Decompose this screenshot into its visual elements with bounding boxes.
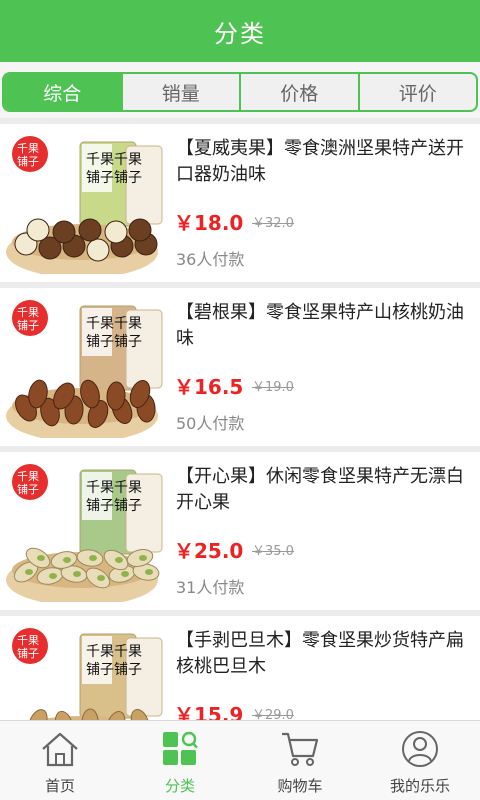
nav-home[interactable]: 首页 xyxy=(0,721,120,800)
package-bag: 千果 铺子 千果 铺子 xyxy=(79,141,163,227)
sort-tabs-bar: 综合 销量 价格 评价 xyxy=(0,62,480,118)
product-original-price: ￥29.0 xyxy=(252,708,294,720)
product-item[interactable]: 千果 铺子 千果 铺子 千果 铺子 【开心果】休闲零食坚果特产无漂白开心果 ￥2… xyxy=(0,452,480,610)
nav-profile[interactable]: 我的乐乐 xyxy=(360,721,480,800)
product-title: 【夏威夷果】零食澳洲坚果特产送开口器奶油味 xyxy=(176,138,464,185)
product-price: ￥25.0 xyxy=(174,539,244,563)
product-item[interactable]: 千果 铺子 千果 铺子 千果 铺子 【夏威夷果】零食澳洲坚果特产送开口器奶油味 … xyxy=(0,124,480,282)
tab-rating[interactable]: 评价 xyxy=(357,74,477,110)
category-icon xyxy=(158,729,202,769)
nav-category-label: 分类 xyxy=(164,777,195,795)
svg-text:千果: 千果 xyxy=(17,142,39,155)
nav-home-label: 首页 xyxy=(44,777,75,795)
bottom-nav: 首页 分类 购物车 我的乐乐 xyxy=(0,720,480,800)
nav-cart[interactable]: 购物车 xyxy=(240,721,360,800)
svg-text:铺子: 铺子 xyxy=(114,498,142,514)
home-icon xyxy=(38,729,82,769)
product-sold-count: 31人付款 xyxy=(176,578,245,597)
product-item[interactable]: 千果 铺子 千果 铺子 千果 铺子 【碧根果】零食坚果特产山核桃奶油味 ￥16.… xyxy=(0,288,480,446)
svg-text:铺子: 铺子 xyxy=(114,334,142,350)
brand-logo-seal: 千果 铺子 xyxy=(12,464,48,500)
package-bag: 千果 铺子 千果 铺子 xyxy=(79,633,163,719)
brand-logo-seal: 千果 铺子 xyxy=(12,628,48,664)
user-icon xyxy=(398,729,442,769)
product-sold-count: 36人付款 xyxy=(176,250,245,269)
svg-text:千果: 千果 xyxy=(17,470,39,483)
product-price: ￥18.0 xyxy=(174,211,244,235)
svg-text:铺子: 铺子 xyxy=(86,334,114,350)
product-original-price: ￥19.0 xyxy=(252,380,294,395)
nav-profile-label: 我的乐乐 xyxy=(389,777,450,795)
svg-text:铺子: 铺子 xyxy=(86,170,114,186)
product-image: 千果 铺子 千果 铺子 千果 铺子 xyxy=(6,296,166,438)
product-sold-count: 50人付款 xyxy=(176,414,245,433)
svg-text:千果: 千果 xyxy=(86,644,114,660)
product-item[interactable]: 千果 铺子 千果 铺子 千果 铺子 【手剥巴旦木】零食坚果炒货特产扁核桃巴旦木 … xyxy=(0,616,480,720)
svg-text:千果: 千果 xyxy=(86,152,114,168)
svg-text:铺子: 铺子 xyxy=(17,155,39,168)
page-header: 分类 xyxy=(0,0,480,62)
product-title: 【碧根果】零食坚果特产山核桃奶油味 xyxy=(176,302,464,349)
page-title: 分类 xyxy=(214,19,266,48)
package-bag: 千果 铺子 千果 铺子 xyxy=(79,305,163,391)
product-price: ￥16.5 xyxy=(174,375,244,399)
product-price: ￥15.9 xyxy=(174,703,244,720)
svg-text:千果: 千果 xyxy=(114,316,142,332)
product-original-price: ￥32.0 xyxy=(252,216,294,231)
svg-text:铺子: 铺子 xyxy=(114,170,142,186)
product-title: 【手剥巴旦木】零食坚果炒货特产扁核桃巴旦木 xyxy=(176,630,464,677)
brand-logo-seal: 千果 铺子 xyxy=(12,300,48,336)
nav-cart-label: 购物车 xyxy=(277,777,323,795)
tab-sales[interactable]: 销量 xyxy=(120,74,240,110)
svg-text:千果: 千果 xyxy=(114,480,142,496)
svg-text:铺子: 铺子 xyxy=(86,498,114,514)
svg-text:铺子: 铺子 xyxy=(114,662,142,678)
svg-text:千果: 千果 xyxy=(86,316,114,332)
svg-text:千果: 千果 xyxy=(17,634,39,647)
product-title: 【开心果】休闲零食坚果特产无漂白开心果 xyxy=(176,466,464,513)
svg-text:千果: 千果 xyxy=(17,306,39,319)
sort-tabs: 综合 销量 价格 评价 xyxy=(2,72,478,112)
tab-comprehensive[interactable]: 综合 xyxy=(4,74,121,110)
svg-text:铺子: 铺子 xyxy=(17,319,39,332)
svg-text:铺子: 铺子 xyxy=(17,483,39,496)
product-original-price: ￥35.0 xyxy=(252,544,294,559)
svg-text:铺子: 铺子 xyxy=(86,662,114,678)
svg-text:千果: 千果 xyxy=(86,480,114,496)
cart-icon xyxy=(278,729,322,769)
package-bag: 千果 铺子 千果 铺子 xyxy=(79,469,163,555)
tab-price[interactable]: 价格 xyxy=(239,74,358,110)
nav-category[interactable]: 分类 xyxy=(120,721,240,800)
product-image: 千果 铺子 千果 铺子 千果 铺子 xyxy=(6,460,166,602)
svg-text:铺子: 铺子 xyxy=(17,647,39,660)
product-image: 千果 铺子 千果 铺子 千果 铺子 xyxy=(6,132,166,274)
product-image: 千果 铺子 千果 铺子 千果 铺子 xyxy=(6,624,166,720)
svg-text:千果: 千果 xyxy=(114,152,142,168)
brand-logo-seal: 千果 铺子 xyxy=(12,136,48,172)
product-list[interactable]: 千果 铺子 千果 铺子 千果 铺子 【夏威夷果】零食澳洲坚果特产送开口器奶油味 … xyxy=(0,118,480,720)
svg-text:千果: 千果 xyxy=(114,644,142,660)
